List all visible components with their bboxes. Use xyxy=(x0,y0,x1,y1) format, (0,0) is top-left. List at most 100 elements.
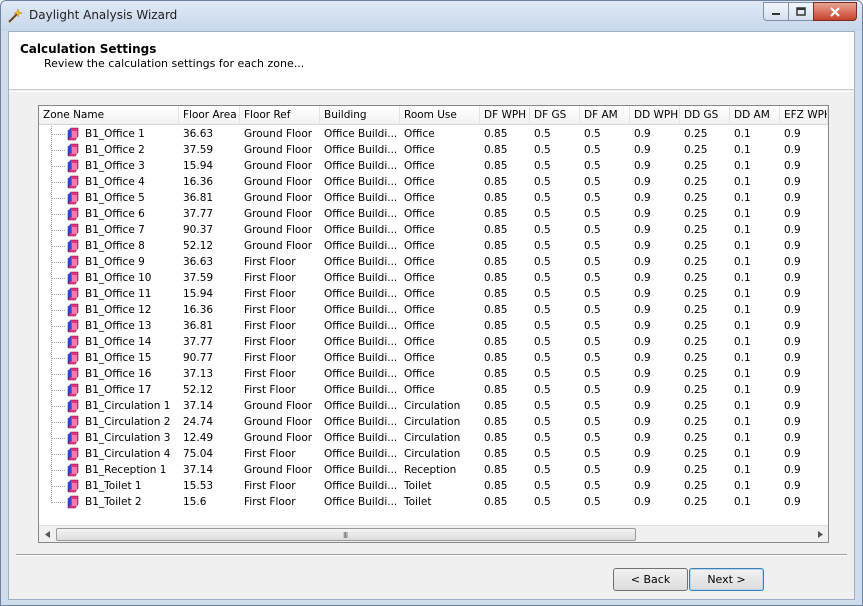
column-header[interactable]: DF WPH xyxy=(480,106,530,125)
table-row[interactable]: B1_Office 3 15.94 Ground Floor Office Build… xyxy=(39,158,828,174)
table-row[interactable]: B1_Circulation 3 12.49 Ground Floor Office … xyxy=(39,430,828,446)
grid-cell: 0.1 xyxy=(734,192,751,204)
close-button[interactable] xyxy=(813,2,857,21)
grid-cell: First Floor xyxy=(244,352,296,364)
table-row[interactable]: B1_Office 4 16.36 Ground Floor Office Build… xyxy=(39,174,828,190)
grid-cell: Office Buildi... xyxy=(324,176,398,188)
arrow-right-icon xyxy=(817,531,823,538)
table-row[interactable]: B1_Circulation 1 37.14 Ground Floor Office … xyxy=(39,398,828,414)
table-row[interactable]: B1_Office 14 37.77 First Floor Office Build… xyxy=(39,334,828,350)
grid-cell: 0.85 xyxy=(484,416,508,428)
column-header[interactable]: EFZ WPH xyxy=(780,106,828,125)
title-bar[interactable]: Daylight Analysis Wizard xyxy=(1,1,862,31)
tree-connector xyxy=(51,214,65,215)
column-header[interactable]: Room Use xyxy=(400,106,480,125)
table-row[interactable]: B1_Reception 1 37.14 Ground Floor Office Bu… xyxy=(39,462,828,478)
grid-cell: Ground Floor xyxy=(244,128,313,140)
grid-cell: Circulation xyxy=(404,400,461,412)
grid-cell: 0.9 xyxy=(634,448,651,460)
grid-cell: Office Buildi... xyxy=(324,288,398,300)
grid-cell: 0.25 xyxy=(684,128,708,140)
grid-cell: Ground Floor xyxy=(244,192,313,204)
table-row[interactable]: B1_Office 9 36.63 First Floor Office Buildi… xyxy=(39,254,828,270)
grid-cell: Ground Floor xyxy=(244,160,313,172)
column-header[interactable]: DD GS xyxy=(680,106,730,125)
table-row[interactable]: B1_Office 17 52.12 First Floor Office Build… xyxy=(39,382,828,398)
column-header[interactable]: DD AM xyxy=(730,106,780,125)
maximize-button[interactable] xyxy=(788,2,814,21)
table-row[interactable]: B1_Circulation 2 24.74 Ground Floor Office … xyxy=(39,414,828,430)
zone-icon xyxy=(67,431,79,445)
column-header[interactable]: DF AM xyxy=(580,106,630,125)
window-controls xyxy=(763,2,857,21)
grid-cell: Office xyxy=(404,208,435,220)
scroll-grip: III xyxy=(343,531,348,540)
grid-cell: 0.25 xyxy=(684,464,708,476)
grid-cell: 0.5 xyxy=(534,176,551,188)
column-header[interactable]: Floor Area xyxy=(179,106,240,125)
grid-cell: Office xyxy=(404,128,435,140)
grid-cell: 0.5 xyxy=(534,480,551,492)
scroll-thumb[interactable]: III xyxy=(56,528,636,541)
zone-name-cell: B1_Office 15 xyxy=(85,352,152,364)
column-header[interactable]: DD WPH xyxy=(630,106,680,125)
column-header[interactable]: Zone Name xyxy=(39,106,179,125)
table-row[interactable]: B1_Office 8 52.12 Ground Floor Office Build… xyxy=(39,238,828,254)
table-row[interactable]: B1_Office 13 36.81 First Floor Office Build… xyxy=(39,318,828,334)
column-header[interactable]: Floor Ref xyxy=(240,106,320,125)
grid-cell: 0.25 xyxy=(684,224,708,236)
grid-cell: Circulation xyxy=(404,432,461,444)
horizontal-scrollbar[interactable]: III xyxy=(39,525,828,542)
grid-cell: 0.5 xyxy=(534,416,551,428)
grid-cell: 0.9 xyxy=(634,368,651,380)
table-row[interactable]: B1_Office 7 90.37 Ground Floor Office Build… xyxy=(39,222,828,238)
zone-name-cell: B1_Office 2 xyxy=(85,144,145,156)
back-button[interactable]: < Back xyxy=(613,568,688,591)
table-row[interactable]: B1_Toilet 2 15.6 First Floor Office Buildi.… xyxy=(39,494,828,510)
table-row[interactable]: B1_Toilet 1 15.53 First Floor Office Buildi… xyxy=(39,478,828,494)
grid-cell: Office xyxy=(404,192,435,204)
grid-cell: 0.5 xyxy=(584,272,601,284)
zone-name-cell: B1_Office 4 xyxy=(85,176,145,188)
wizard-body: Calculation Settings Review the calculat… xyxy=(8,31,855,600)
grid-cell: Office Buildi... xyxy=(324,320,398,332)
table-row[interactable]: B1_Circulation 4 75.04 First Floor Office B… xyxy=(39,446,828,462)
tree-connector xyxy=(51,342,65,343)
grid-cell: 0.9 xyxy=(784,416,801,428)
table-row[interactable]: B1_Office 12 16.36 First Floor Office Build… xyxy=(39,302,828,318)
grid-cell: 0.85 xyxy=(484,432,508,444)
minimize-button[interactable] xyxy=(763,2,789,21)
grid-cell: 0.9 xyxy=(634,320,651,332)
table-row[interactable]: B1_Office 5 36.81 Ground Floor Office Build… xyxy=(39,190,828,206)
table-row[interactable]: B1_Office 10 37.59 First Floor Office Build… xyxy=(39,270,828,286)
grid-cell: 0.9 xyxy=(634,480,651,492)
scroll-right-arrow[interactable] xyxy=(811,526,828,542)
grid-cell: 0.1 xyxy=(734,160,751,172)
table-row[interactable]: B1_Office 2 37.59 Ground Floor Office Build… xyxy=(39,142,828,158)
zone-icon xyxy=(67,447,79,461)
next-button[interactable]: Next > xyxy=(689,568,764,591)
grid-cell: 0.9 xyxy=(784,128,801,140)
grid-cell: 0.5 xyxy=(584,384,601,396)
scroll-left-arrow[interactable] xyxy=(39,526,56,542)
table-row[interactable]: B1_Office 16 37.13 First Floor Office Build… xyxy=(39,366,828,382)
zone-settings-grid[interactable]: Zone Name Floor Area Floor Ref Building Room… xyxy=(38,105,829,543)
grid-cell: 75.04 xyxy=(183,448,214,460)
grid-cell: 0.9 xyxy=(634,352,651,364)
grid-cell: Office xyxy=(404,320,435,332)
table-row[interactable]: B1_Office 1 36.63 Ground Floor Office Build… xyxy=(39,126,828,142)
grid-cell: 0.85 xyxy=(484,320,508,332)
grid-cell: 0.5 xyxy=(584,304,601,316)
grid-cell: 0.9 xyxy=(634,288,651,300)
column-header[interactable]: DF GS xyxy=(530,106,580,125)
grid-cell: 0.9 xyxy=(634,400,651,412)
grid-cell: Ground Floor xyxy=(244,240,313,252)
grid-cell: 0.25 xyxy=(684,208,708,220)
grid-cell: 0.1 xyxy=(734,144,751,156)
table-row[interactable]: B1_Office 15 90.77 First Floor Office Build… xyxy=(39,350,828,366)
grid-cell: Office Buildi... xyxy=(324,352,398,364)
grid-cell: 0.85 xyxy=(484,128,508,140)
table-row[interactable]: B1_Office 6 37.77 Ground Floor Office Build… xyxy=(39,206,828,222)
column-header[interactable]: Building xyxy=(320,106,400,125)
table-row[interactable]: B1_Office 11 15.94 First Floor Office Build… xyxy=(39,286,828,302)
